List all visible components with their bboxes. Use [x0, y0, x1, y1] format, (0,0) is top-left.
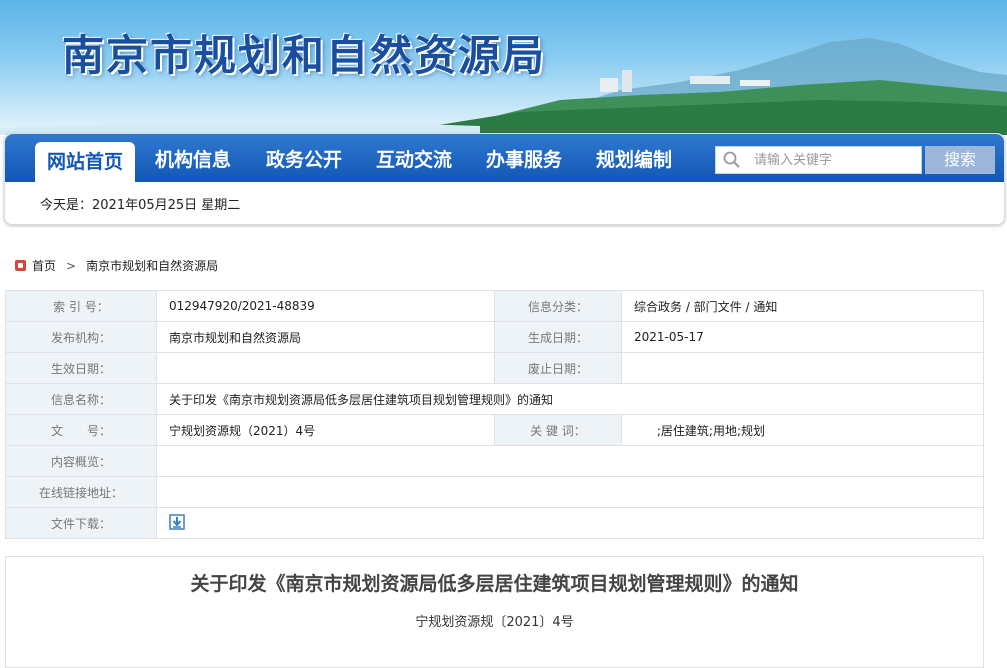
meta-value: ;居住建筑;用地;规划 — [621, 414, 984, 446]
meta-label: 生效日期： — [5, 352, 157, 384]
meta-label: 废止日期： — [494, 352, 622, 384]
table-row: 文件下载： — [5, 507, 984, 539]
meta-label: 文 号： — [5, 414, 157, 446]
table-row: 信息名称： 关于印发《南京市规划资源局低多层居住建筑项目规划管理规则》的通知 — [5, 383, 984, 415]
today-date: 今天是：2021年05月25日 星期二 — [40, 198, 241, 213]
site-title: 南京市规划和自然资源局 — [62, 31, 547, 80]
article-container: 关于印发《南京市规划资源局低多层居住建筑项目规划管理规则》的通知 宁规划资源规〔… — [5, 556, 984, 668]
meta-value — [156, 476, 984, 508]
breadcrumb: 首页 > 南京市规划和自然资源局 — [15, 258, 218, 274]
nav-container: 网站首页 机构信息 政务公开 互动交流 办事服务 规划编制 搜索 今天是：202… — [4, 133, 1005, 225]
search-input[interactable] — [752, 150, 916, 170]
nav-item-interaction[interactable]: 互动交流 — [376, 134, 452, 182]
article-title: 关于印发《南京市规划资源局低多层居住建筑项目规划管理规则》的通知 — [190, 573, 799, 595]
search-button[interactable]: 搜索 — [925, 146, 995, 174]
meta-value: 关于印发《南京市规划资源局低多层居住建筑项目规划管理规则》的通知 — [156, 383, 984, 415]
breadcrumb-current[interactable]: 南京市规划和自然资源局 — [86, 259, 218, 273]
meta-value: 2021-05-17 — [621, 321, 984, 353]
nav-item-gov-affairs[interactable]: 政务公开 — [266, 134, 342, 182]
download-icon[interactable] — [169, 513, 185, 530]
meta-label: 在线链接地址： — [5, 476, 157, 508]
nav-item-organization[interactable]: 机构信息 — [155, 134, 231, 182]
main-nav: 网站首页 机构信息 政务公开 互动交流 办事服务 规划编制 搜索 — [5, 134, 1004, 184]
meta-value: 综合政务 / 部门文件 / 通知 — [621, 290, 984, 322]
search-box — [715, 146, 922, 174]
article-doc-number: 宁规划资源规〔2021〕4号 — [415, 615, 574, 630]
meta-value: 宁规划资源规（2021）4号 — [156, 414, 495, 446]
meta-value: 012947920/2021-48839 — [156, 290, 495, 322]
nav-item-services[interactable]: 办事服务 — [486, 134, 562, 182]
meta-label: 关 键 词： — [494, 414, 622, 446]
table-row: 索 引 号： 012947920/2021-48839 信息分类： 综合政务 /… — [5, 290, 984, 322]
meta-label: 发布机构： — [5, 321, 157, 353]
meta-value — [621, 352, 984, 384]
document-meta-table: 索 引 号： 012947920/2021-48839 信息分类： 综合政务 /… — [5, 290, 984, 539]
meta-label: 索 引 号： — [5, 290, 157, 322]
home-icon — [15, 260, 26, 271]
meta-label: 信息分类： — [494, 290, 622, 322]
table-row: 内容概览： — [5, 445, 984, 477]
site-banner: 南京市规划和自然资源局 — [0, 0, 1007, 135]
meta-label: 生成日期： — [494, 321, 622, 353]
meta-label: 文件下载： — [5, 507, 157, 539]
table-row: 文 号： 宁规划资源规（2021）4号 关 键 词： ;居住建筑;用地;规划 — [5, 414, 984, 446]
meta-value — [156, 352, 495, 384]
meta-value — [156, 507, 984, 539]
meta-value — [156, 445, 984, 477]
nav-item-home[interactable]: 网站首页 — [35, 142, 136, 184]
table-row: 发布机构： 南京市规划和自然资源局 生成日期： 2021-05-17 — [5, 321, 984, 353]
nav-item-planning[interactable]: 规划编制 — [596, 134, 672, 182]
table-row: 生效日期： 废止日期： — [5, 352, 984, 384]
search-icon — [723, 151, 740, 168]
meta-value: 南京市规划和自然资源局 — [156, 321, 495, 353]
chevron-right-icon: > — [66, 259, 77, 273]
breadcrumb-home[interactable]: 首页 — [32, 259, 56, 273]
meta-label: 信息名称： — [5, 383, 157, 415]
meta-label: 内容概览： — [5, 445, 157, 477]
table-row: 在线链接地址： — [5, 476, 984, 508]
